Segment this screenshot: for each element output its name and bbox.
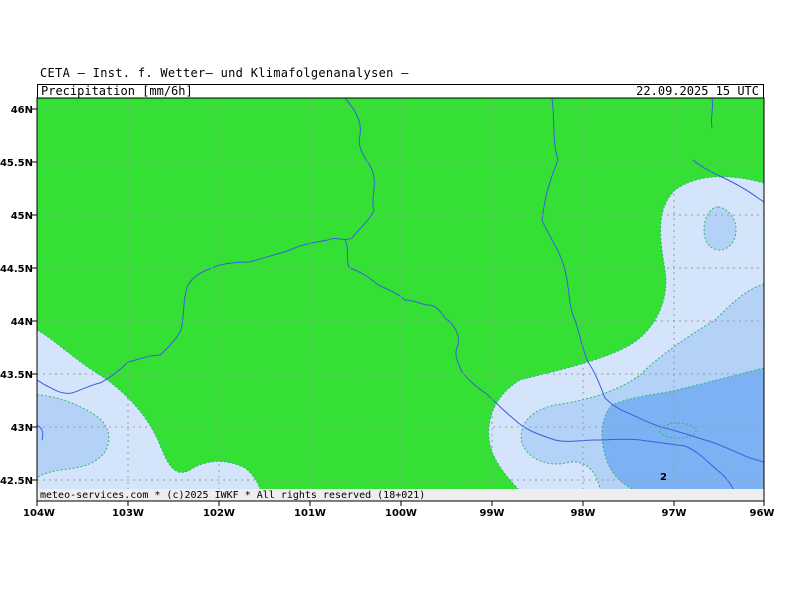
lon-label: 100W — [385, 508, 417, 519]
lon-label: 99W — [480, 508, 505, 519]
map-area: 2 meteo-services.com * (c)2025 IWKF * Al… — [37, 98, 764, 501]
lat-label: 44N — [11, 317, 33, 328]
footer-credit: meteo-services.com * (c)2025 IWKF * All … — [40, 490, 425, 501]
precipitation-map: 2 meteo-services.com * (c)2025 IWKF * Al… — [0, 97, 774, 519]
lon-label: 98W — [571, 508, 596, 519]
lat-label: 46N — [11, 105, 33, 116]
lon-label: 101W — [294, 508, 326, 519]
lat-label: 44.5N — [0, 264, 33, 275]
lat-label: 43N — [11, 423, 33, 434]
lat-label: 45N — [11, 211, 33, 222]
lon-label: 96W — [750, 508, 775, 519]
lat-labels: 46N 45.5N 45N 44.5N 44N 43.5N 43N 42.5N — [0, 105, 33, 487]
lat-label: 43.5N — [0, 370, 33, 381]
lat-label: 45.5N — [0, 158, 33, 169]
lon-label: 97W — [662, 508, 687, 519]
lat-label: 42.5N — [0, 476, 33, 487]
lon-labels: 104W 103W 102W 101W 100W 99W 98W 97W 96W — [23, 508, 774, 519]
lon-label: 103W — [112, 508, 144, 519]
lon-label: 102W — [203, 508, 235, 519]
contour-value-label: 2 — [660, 472, 667, 483]
lon-label: 104W — [23, 508, 55, 519]
